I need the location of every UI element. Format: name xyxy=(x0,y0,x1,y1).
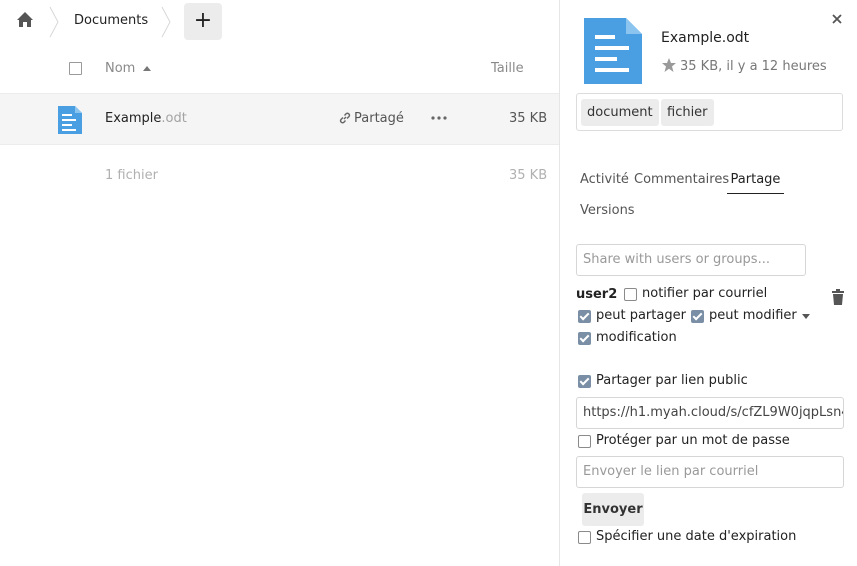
tab-activity[interactable]: Activité xyxy=(580,172,629,187)
tab-comments[interactable]: Commentaires xyxy=(634,172,729,187)
notify-checkbox[interactable] xyxy=(624,288,637,301)
chevron-down-icon[interactable] xyxy=(802,314,810,319)
notify-label: notifier par courriel xyxy=(642,286,768,301)
plus-icon: + xyxy=(193,8,213,33)
shared-label: Partagé xyxy=(354,111,404,126)
document-icon xyxy=(58,106,82,134)
tab-versions[interactable]: Versions xyxy=(580,203,635,218)
can-share-label: peut partager xyxy=(596,308,686,323)
file-extension: .odt xyxy=(161,111,187,126)
sidebar-file-title: Example.odt xyxy=(661,30,750,46)
send-button[interactable]: Envoyer xyxy=(582,493,644,526)
more-actions-icon[interactable] xyxy=(430,109,448,127)
file-list-panel: Documents + Nom Taille Example.odt Parta… xyxy=(0,0,559,566)
file-name[interactable]: Example.odt xyxy=(105,111,187,126)
file-size: 35 KB xyxy=(509,111,548,126)
home-icon[interactable] xyxy=(16,11,34,29)
sort-by-name[interactable]: Nom xyxy=(105,61,135,76)
select-all-checkbox[interactable] xyxy=(69,62,82,75)
star-icon[interactable] xyxy=(661,57,677,73)
expiration-label: Spécifier une date d'expiration xyxy=(596,529,797,544)
tab-sharing[interactable]: Partage xyxy=(727,172,784,194)
share-user-name: user2 xyxy=(576,287,618,302)
shared-link[interactable]: Partagé xyxy=(338,111,404,126)
link-icon xyxy=(339,112,351,124)
breadcrumb: Documents + xyxy=(0,0,559,44)
close-icon[interactable] xyxy=(830,12,844,26)
new-file-button[interactable]: + xyxy=(184,3,222,40)
breadcrumb-separator-icon xyxy=(49,6,59,38)
password-checkbox[interactable] xyxy=(578,435,591,448)
tag-fichier[interactable]: fichier xyxy=(661,99,714,126)
change-checkbox[interactable] xyxy=(578,332,591,345)
sidebar-file-meta: 35 KB, il y a 12 heures xyxy=(661,57,827,74)
change-label: modification xyxy=(596,330,677,345)
tag-document[interactable]: document xyxy=(581,99,659,126)
can-edit-label: peut modifier xyxy=(709,308,797,323)
document-icon xyxy=(584,18,642,84)
file-list-header: Nom Taille xyxy=(0,44,559,94)
file-count-summary: 1 fichier xyxy=(105,168,158,183)
share-search-input[interactable]: Share with users or groups... xyxy=(576,244,806,276)
public-link-checkbox[interactable] xyxy=(578,375,591,388)
public-link-url-field[interactable]: https://h1.myah.cloud/s/cfZL9W0jqpLsn4k xyxy=(576,397,844,429)
breadcrumb-documents[interactable]: Documents xyxy=(74,13,148,28)
public-link-label: Partager par lien public xyxy=(596,373,748,388)
expiration-checkbox[interactable] xyxy=(578,531,591,544)
file-basename: Example xyxy=(105,111,162,126)
can-share-checkbox[interactable] xyxy=(578,310,591,323)
breadcrumb-separator-icon xyxy=(161,6,171,38)
sort-by-size[interactable]: Taille xyxy=(491,61,524,76)
tags-field[interactable]: document fichier xyxy=(576,93,843,131)
trash-icon[interactable] xyxy=(831,289,845,305)
total-size-summary: 35 KB xyxy=(509,168,548,183)
file-meta-text: 35 KB, il y a 12 heures xyxy=(680,59,827,74)
details-sidebar: Example.odt 35 KB, il y a 12 heures docu… xyxy=(559,0,857,566)
email-link-input[interactable]: Envoyer le lien par courriel xyxy=(576,456,844,488)
password-label: Protéger par un mot de passe xyxy=(596,433,790,448)
can-edit-checkbox[interactable] xyxy=(691,310,704,323)
file-row[interactable]: Example.odt Partagé 35 KB xyxy=(0,94,559,145)
sort-ascending-icon xyxy=(143,66,151,71)
